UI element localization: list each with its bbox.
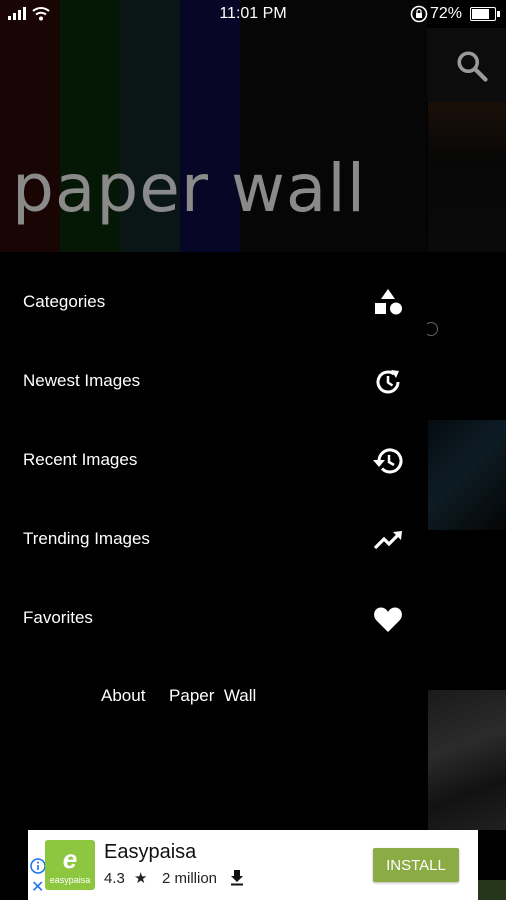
status-bar: 11:01 PM 72% — [0, 0, 506, 28]
close-icon[interactable]: ✕ — [31, 880, 44, 896]
battery-percent: 72% — [429, 5, 462, 22]
battery-level — [472, 9, 490, 19]
drawer-menu: Categories Newest Images Recent Images T… — [0, 263, 427, 658]
app-icon-text: easypaisa — [49, 875, 91, 885]
battery-icon — [470, 7, 500, 21]
wallpaper-thumbnail[interactable] — [428, 690, 506, 830]
download-icon — [231, 870, 243, 886]
menu-item-newest-images[interactable]: Newest Images — [0, 342, 427, 421]
menu-item-label: Newest Images — [23, 371, 141, 390]
heart-icon — [374, 607, 402, 632]
menu-item-label: Categories — [23, 292, 106, 311]
ad-banner[interactable]: ✕ e easypaisa Easypaisa 4.3 ★ 2 million … — [28, 830, 478, 900]
app-icon-glyph: e — [62, 844, 78, 874]
ad-rating: 4.3 — [104, 870, 125, 887]
menu-item-label: Trending Images — [23, 529, 150, 548]
menu-item-label: Recent Images — [23, 450, 138, 469]
battery-tip — [497, 11, 500, 17]
trending-up-icon — [373, 531, 402, 550]
app-logo: paper wall — [12, 150, 367, 227]
menu-item-favorites[interactable]: Favorites — [0, 579, 427, 658]
install-button[interactable]: INSTALL — [373, 848, 459, 882]
about-link[interactable]: About Paper Wall — [101, 686, 256, 706]
rotation-lock-icon — [410, 5, 428, 23]
ad-downloads: 2 million — [162, 870, 218, 887]
drawer-header: paper wall — [0, 0, 427, 252]
star-icon: ★ — [134, 870, 148, 887]
history-icon — [373, 448, 403, 474]
ad-app-name[interactable]: Easypaisa — [104, 841, 196, 864]
wallpaper-thumbnail[interactable] — [428, 420, 506, 530]
shapes-icon — [375, 289, 402, 315]
search-icon[interactable] — [454, 48, 490, 84]
menu-item-recent-images[interactable]: Recent Images — [0, 421, 427, 500]
info-icon[interactable] — [30, 858, 46, 874]
menu-item-trending-images[interactable]: Trending Images — [0, 500, 427, 579]
navigation-drawer: paper wall Categories Newest Images Rece… — [0, 0, 427, 900]
clock-refresh-icon — [376, 370, 400, 394]
menu-item-label: Favorites — [23, 608, 93, 627]
menu-item-categories[interactable]: Categories — [0, 263, 427, 342]
wallpaper-thumbnail[interactable] — [428, 102, 506, 252]
ad-app-icon[interactable]: e easypaisa — [45, 840, 95, 890]
